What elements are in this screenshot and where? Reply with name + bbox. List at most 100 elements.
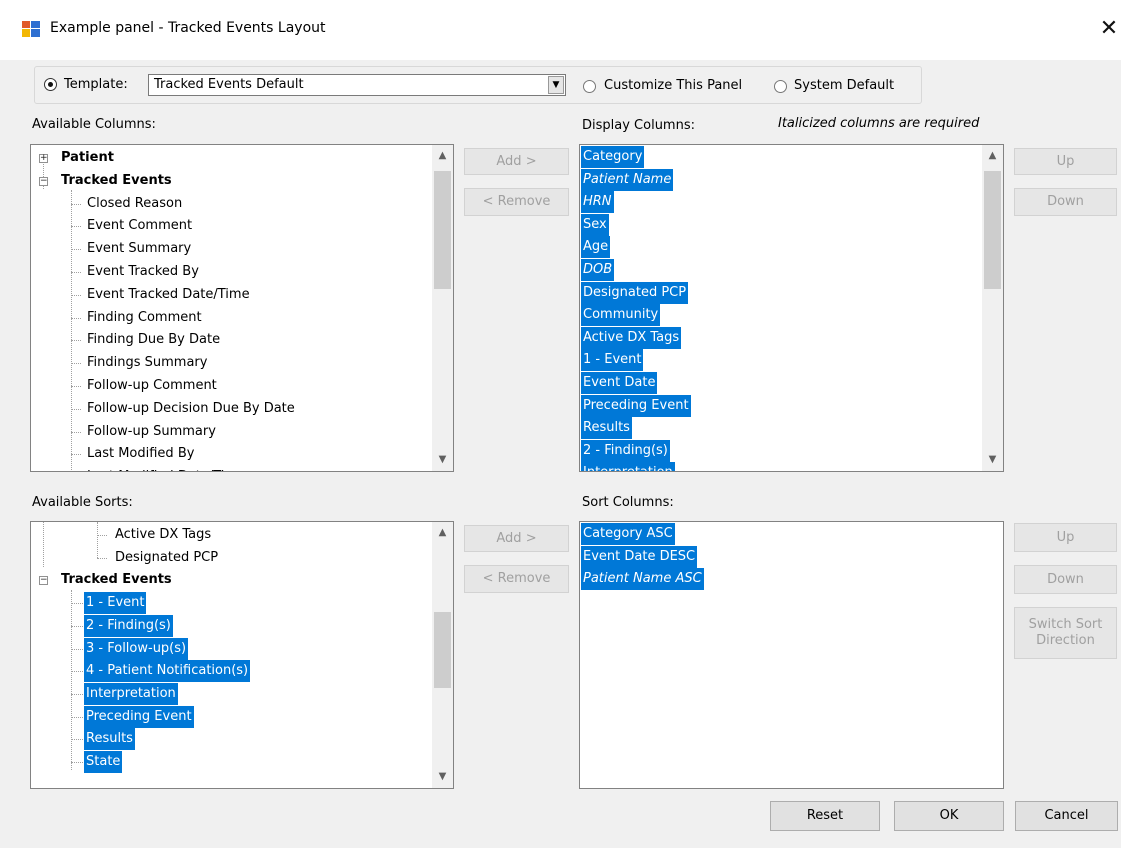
tree-item-label: Event Tracked By xyxy=(87,264,199,279)
tree-connector xyxy=(71,408,81,410)
remove-sort-button[interactable]: < Remove xyxy=(464,565,569,593)
list-item[interactable]: Patient Name xyxy=(581,168,674,191)
tree-item-label: Event Comment xyxy=(87,218,193,234)
list-item-label: Results xyxy=(581,417,632,440)
list-item[interactable]: 1 - Event xyxy=(581,349,644,372)
scroll-thumb[interactable] xyxy=(984,171,1001,289)
switch-sort-label-line2: Direction xyxy=(1036,633,1095,648)
expand-icon[interactable]: + xyxy=(39,154,48,163)
scroll-down-icon[interactable]: ▼ xyxy=(432,768,453,786)
tree-group-label: Tracked Events xyxy=(61,572,172,588)
list-item[interactable]: Event Date DESC xyxy=(581,545,698,568)
tree-group-label: Tracked Events xyxy=(61,172,172,188)
list-item[interactable]: Results xyxy=(581,417,632,440)
reset-button[interactable]: Reset xyxy=(770,801,880,831)
scroll-up-icon[interactable]: ▲ xyxy=(432,524,453,542)
chevron-down-icon[interactable]: ▼ xyxy=(548,76,564,94)
tree-item-label: Follow-up Comment xyxy=(87,378,217,393)
move-sort-up-button[interactable]: Up xyxy=(1014,523,1117,552)
list-item-label: Category ASC xyxy=(581,523,675,545)
display-columns-list[interactable]: Category Patient Name HRN Sex Age DOB Designat… xyxy=(579,144,1004,472)
list-item[interactable]: 2 - Finding(s) xyxy=(581,439,670,462)
tree-connector xyxy=(71,340,81,342)
scroll-up-icon[interactable]: ▲ xyxy=(432,147,453,165)
scroll-thumb[interactable] xyxy=(434,171,451,289)
scroll-down-icon[interactable]: ▼ xyxy=(982,451,1003,469)
tree-connector xyxy=(71,590,72,770)
sort-columns-label: Sort Columns: xyxy=(582,495,674,510)
tree-connector xyxy=(71,671,85,673)
scroll-down-icon[interactable]: ▼ xyxy=(432,451,453,469)
tree-item-label: Last Modified Date/Time xyxy=(87,466,245,471)
tree-item-label: Preceding Event xyxy=(84,705,194,728)
list-item[interactable]: Community xyxy=(581,304,661,327)
remove-column-button[interactable]: < Remove xyxy=(464,188,569,216)
customize-panel-radio[interactable] xyxy=(583,80,596,93)
tree-item-label: Finding Comment xyxy=(87,309,202,325)
template-dropdown[interactable]: Tracked Events Default ▼ xyxy=(148,74,566,96)
sort-columns-list[interactable]: Category ASC Event Date DESC Patient Name … xyxy=(579,521,1004,789)
move-column-down-button[interactable]: Down xyxy=(1014,188,1117,216)
collapse-icon[interactable]: − xyxy=(39,576,48,586)
tree-connector xyxy=(71,190,72,471)
list-item[interactable]: Sex xyxy=(581,213,609,236)
list-item[interactable]: Category ASC xyxy=(581,523,675,545)
add-column-button[interactable]: Add > xyxy=(464,148,569,175)
list-item-label: Event Date xyxy=(581,372,658,394)
tree-connector xyxy=(71,226,81,228)
ok-button[interactable]: OK xyxy=(894,801,1004,831)
list-item[interactable]: Category xyxy=(581,146,645,168)
available-columns-label: Available Columns: xyxy=(32,117,156,132)
tree-connector xyxy=(71,249,81,251)
collapse-icon[interactable]: − xyxy=(39,176,48,186)
system-default-radio[interactable] xyxy=(774,80,787,93)
list-item[interactable]: Patient Name ASC xyxy=(581,568,704,591)
list-item[interactable]: Designated PCP xyxy=(581,281,689,304)
tree-connector xyxy=(71,603,85,605)
tree-connector xyxy=(71,386,81,387)
available-sorts-scrollbar[interactable]: ▲ ▼ xyxy=(432,522,453,788)
list-item-label: Event Date DESC xyxy=(581,545,698,568)
list-item-label: Patient Name xyxy=(581,168,674,191)
list-item[interactable]: Event Date xyxy=(581,372,658,394)
add-sort-button[interactable]: Add > xyxy=(464,525,569,552)
tree-item-label: Follow-up Decision Due By Date xyxy=(87,400,295,416)
list-item-label: 1 - Event xyxy=(581,349,644,372)
tree-item-label: Results xyxy=(84,728,135,751)
list-item[interactable]: Interpretation xyxy=(581,462,675,471)
list-item-label: Patient Name ASC xyxy=(581,568,704,591)
tree-item-label: Event Summary xyxy=(87,241,192,257)
close-icon[interactable]: ✕ xyxy=(1094,14,1121,44)
list-item[interactable]: HRN xyxy=(581,191,614,214)
scroll-up-icon[interactable]: ▲ xyxy=(982,147,1003,165)
tree-connector xyxy=(71,716,85,718)
tree-item-label: State xyxy=(84,751,123,773)
available-sorts-label: Available Sorts: xyxy=(32,495,133,510)
list-item-label: DOB xyxy=(581,259,615,281)
tree-connector xyxy=(97,535,107,536)
switch-sort-direction-button[interactable]: Switch Sort Direction xyxy=(1014,607,1117,659)
move-sort-down-button[interactable]: Down xyxy=(1014,565,1117,594)
list-item-label: 2 - Finding(s) xyxy=(581,439,670,462)
list-item-label: Interpretation xyxy=(581,462,675,471)
list-item[interactable]: Preceding Event xyxy=(581,394,691,417)
list-item[interactable]: Active DX Tags xyxy=(581,326,682,349)
move-column-up-button[interactable]: Up xyxy=(1014,148,1117,175)
available-columns-scrollbar[interactable]: ▲ ▼ xyxy=(432,145,453,471)
list-item-label: Community xyxy=(581,304,661,327)
available-sorts-tree[interactable]: Active DX Tags Designated PCP − Tracked Eve… xyxy=(30,521,454,789)
display-columns-scrollbar[interactable]: ▲ ▼ xyxy=(982,145,1003,471)
available-columns-tree[interactable]: + Patient − Tracked Events Closed Reason Even… xyxy=(30,144,454,472)
tree-item-label: Active DX Tags xyxy=(115,527,212,542)
list-item[interactable]: DOB xyxy=(581,259,615,281)
list-item[interactable]: Age xyxy=(581,236,611,259)
list-item-label: Category xyxy=(581,146,645,168)
scroll-thumb[interactable] xyxy=(434,612,451,688)
window-title: Example panel - Tracked Events Layout xyxy=(50,20,326,36)
cancel-button[interactable]: Cancel xyxy=(1015,801,1118,831)
tree-item-label: Follow-up Summary xyxy=(87,423,216,439)
tree-connector xyxy=(71,648,85,650)
switch-sort-label-line1: Switch Sort xyxy=(1028,617,1103,632)
template-radio[interactable] xyxy=(44,78,57,91)
customize-panel-label: Customize This Panel xyxy=(604,78,743,93)
